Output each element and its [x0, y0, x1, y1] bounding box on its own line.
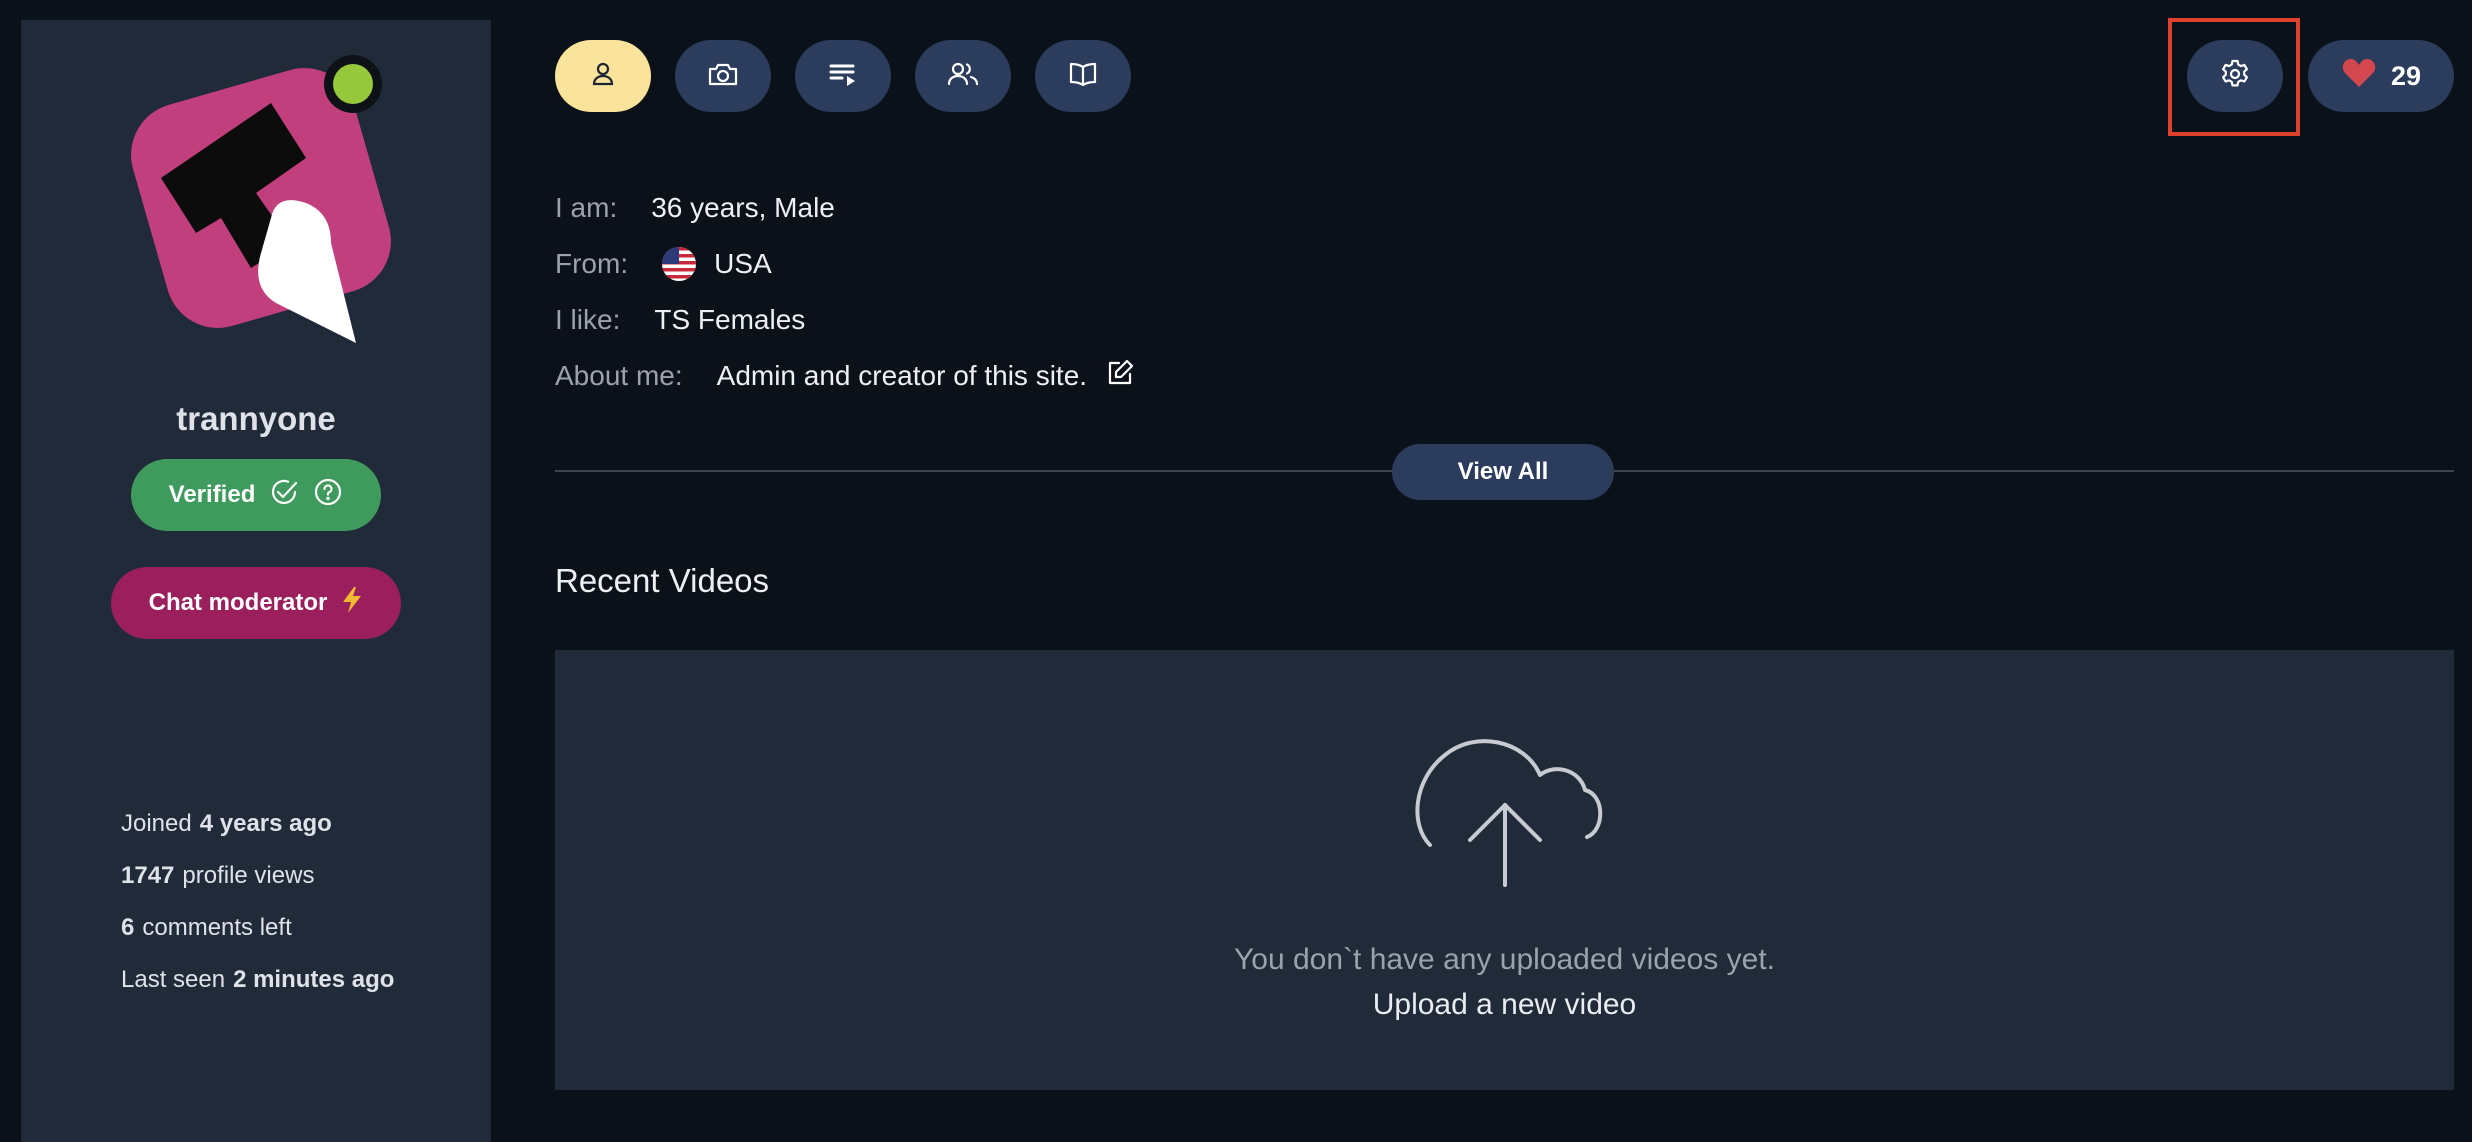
joined-prefix: Joined	[121, 810, 192, 837]
like-value: TS Females	[654, 304, 806, 335]
recent-videos-title: Recent Videos	[555, 562, 770, 599]
likes-button[interactable]: 29	[2308, 40, 2454, 112]
age-value: 36 years, Male	[651, 192, 835, 223]
comments-value: 6	[121, 914, 135, 941]
info-age: I am: 36 years, Male	[555, 180, 1135, 236]
settings-highlight	[2168, 18, 2300, 136]
profile-sidebar: trannyone Verified Chat moderator Joined…	[21, 20, 491, 1142]
tab-videos[interactable]	[795, 40, 891, 112]
comments-suffix: comments left	[142, 914, 292, 941]
us-flag-icon	[662, 247, 697, 281]
playlist-icon	[827, 59, 859, 94]
upload-video-link[interactable]: Upload a new video	[1373, 988, 1637, 1021]
tab-profile[interactable]	[555, 40, 651, 112]
likes-count: 29	[2390, 60, 2422, 91]
about-value: Admin and creator of this site.	[716, 360, 1088, 391]
edit-icon[interactable]	[1105, 358, 1135, 395]
book-icon	[1067, 59, 1099, 94]
views-value: 1747	[121, 862, 175, 889]
about-value-wrap: Admin and creator of this site.	[717, 358, 1135, 395]
views-suffix: profile views	[182, 862, 315, 889]
verified-label: Verified	[168, 481, 256, 508]
info-about: About me: Admin and creator of this site…	[555, 348, 1135, 404]
joined-value: 4 years ago	[199, 810, 332, 837]
moderator-label: Chat moderator	[148, 589, 328, 616]
check-circle-icon	[269, 477, 299, 514]
seen-prefix: Last seen	[121, 966, 226, 993]
username: trannyone	[176, 400, 336, 437]
profile-info: I am: 36 years, Male From: USA I like: T…	[555, 180, 1135, 404]
user-icon	[588, 59, 618, 94]
heart-icon	[2341, 57, 2377, 96]
from-value-wrap: USA	[662, 247, 772, 281]
recent-videos-panel: You don`t have any uploaded videos yet. …	[555, 650, 2454, 1090]
from-label: From:	[555, 248, 629, 279]
profile-stats: Joined 4 years ago 1747 profile views 6 …	[121, 810, 394, 1018]
camera-icon	[707, 59, 739, 94]
info-likes: I like: TS Females	[555, 292, 1135, 348]
last-seen-stat: Last seen 2 minutes ago	[121, 966, 394, 1018]
online-status-indicator	[324, 55, 382, 113]
chat-moderator-badge[interactable]: Chat moderator	[111, 567, 401, 639]
empty-videos-text: You don`t have any uploaded videos yet.	[1234, 943, 1775, 976]
info-from: From: USA	[555, 236, 1135, 292]
from-value: USA	[714, 248, 772, 279]
tab-blog[interactable]	[1035, 40, 1131, 112]
upload-video-link-row: Upload a new video	[555, 988, 2454, 1022]
lightning-icon	[341, 586, 363, 621]
friends-icon	[946, 59, 980, 94]
views-stat: 1747 profile views	[121, 862, 394, 914]
help-icon[interactable]	[313, 477, 343, 514]
about-label: About me:	[555, 360, 683, 391]
seen-value: 2 minutes ago	[233, 966, 395, 993]
view-all-button[interactable]: View All	[1392, 444, 1614, 500]
tab-friends[interactable]	[915, 40, 1011, 112]
comments-stat: 6 comments left	[121, 914, 394, 966]
tab-photos[interactable]	[675, 40, 771, 112]
verified-badge[interactable]: Verified	[131, 459, 381, 531]
cloud-upload-icon[interactable]	[1405, 725, 1605, 895]
age-label: I am:	[555, 192, 618, 223]
like-label: I like:	[555, 304, 621, 335]
joined-stat: Joined 4 years ago	[121, 810, 394, 862]
